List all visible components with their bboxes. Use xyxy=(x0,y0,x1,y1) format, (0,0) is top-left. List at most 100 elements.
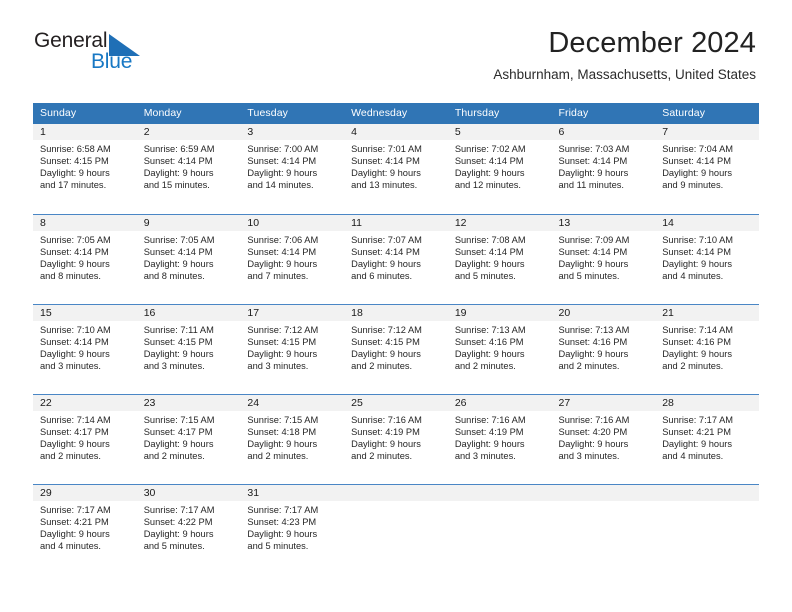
day-number xyxy=(655,484,759,501)
calendar-day-cell[interactable]: 19 Sunrise: 7:13 AM Sunset: 4:16 PM Dayligh… xyxy=(447,303,552,394)
calendar-body: 1 Sunrise: 6:58 AM Sunset: 4:15 PM Daylight… xyxy=(33,124,759,574)
calendar-day-cell[interactable]: 12 Sunrise: 7:08 AM Sunset: 4:14 PM Dayligh… xyxy=(447,213,552,304)
sunset-text: Sunset: 4:17 PM xyxy=(143,426,213,437)
weekday-header-tuesday: Tuesday xyxy=(240,103,345,124)
calendar-day-cell[interactable]: 14 Sunrise: 7:10 AM Sunset: 4:14 PM Dayligh… xyxy=(655,213,759,304)
daylight-text-line1: Daylight: 9 hours xyxy=(247,438,318,449)
calendar-day-cell[interactable]: 20 Sunrise: 7:13 AM Sunset: 4:16 PM Dayligh… xyxy=(551,303,656,394)
daylight-text-line2: and 5 minutes. xyxy=(143,540,205,551)
calendar-day-cell[interactable]: 4 Sunrise: 7:01 AM Sunset: 4:14 PM Daylight… xyxy=(344,124,448,214)
weekday-header-saturday: Saturday xyxy=(655,103,759,124)
calendar-week-row: 8 Sunrise: 7:05 AM Sunset: 4:14 PM Daylight… xyxy=(33,213,759,304)
calendar-day-cell[interactable]: 7 Sunrise: 7:04 AM Sunset: 4:14 PM Daylight… xyxy=(655,124,759,214)
weekday-header-monday: Monday xyxy=(136,103,241,124)
sunset-text: Sunset: 4:19 PM xyxy=(351,426,420,437)
calendar-day-cell[interactable]: 2 Sunrise: 6:59 AM Sunset: 4:14 PM Daylight… xyxy=(136,124,241,214)
sunset-text: Sunset: 4:14 PM xyxy=(143,156,213,167)
calendar-day-cell[interactable]: 10 Sunrise: 7:06 AM Sunset: 4:14 PM Dayligh… xyxy=(240,213,345,304)
daylight-text-line1: Daylight: 9 hours xyxy=(40,348,110,359)
day-details: Sunrise: 7:16 AM Sunset: 4:19 PM Daylight:… xyxy=(344,411,448,462)
calendar-day-cell[interactable]: 17 Sunrise: 7:12 AM Sunset: 4:15 PM Dayligh… xyxy=(240,303,345,394)
calendar-day-cell[interactable]: 28 Sunrise: 7:17 AM Sunset: 4:21 PM Dayligh… xyxy=(655,393,759,484)
sunrise-text: Sunrise: 7:02 AM xyxy=(454,144,526,154)
daylight-text-line2: and 15 minutes. xyxy=(143,180,210,191)
calendar-week-row: 29 Sunrise: 7:17 AM Sunset: 4:21 PM Dayligh… xyxy=(33,483,759,574)
day-details: Sunrise: 7:06 AM Sunset: 4:14 PM Daylight:… xyxy=(240,231,344,282)
calendar-day-cell[interactable]: 18 Sunrise: 7:12 AM Sunset: 4:15 PM Dayligh… xyxy=(344,303,448,394)
location-subtitle: Ashburnham, Massachusetts, United States xyxy=(493,67,756,82)
daylight-text-line1: Daylight: 9 hours xyxy=(143,258,214,269)
day-details: Sunrise: 7:12 AM Sunset: 4:15 PM Daylight:… xyxy=(240,321,344,372)
sunset-text: Sunset: 4:15 PM xyxy=(40,156,109,167)
calendar-day-cell[interactable]: 5 Sunrise: 7:02 AM Sunset: 4:14 PM Daylight… xyxy=(447,124,552,214)
day-number: 7 xyxy=(655,124,759,140)
calendar-day-cell[interactable]: 15 Sunrise: 7:10 AM Sunset: 4:14 PM Dayligh… xyxy=(33,303,137,394)
sunrise-text: Sunrise: 7:11 AM xyxy=(143,324,214,335)
day-details xyxy=(552,501,656,504)
day-number: 14 xyxy=(655,214,759,231)
sunset-text: Sunset: 4:21 PM xyxy=(40,516,109,527)
title-block: December 2024 Ashburnham, Massachusetts,… xyxy=(493,26,756,83)
sunset-text: Sunset: 4:16 PM xyxy=(662,336,731,347)
weekday-header-thursday: Thursday xyxy=(447,103,552,124)
calendar-day-cell[interactable]: 22 Sunrise: 7:14 AM Sunset: 4:17 PM Dayligh… xyxy=(33,393,137,484)
daylight-text-line2: and 5 minutes. xyxy=(558,270,620,281)
calendar-day-cell-empty xyxy=(655,483,759,574)
day-number: 24 xyxy=(240,394,345,411)
day-details: Sunrise: 7:09 AM Sunset: 4:14 PM Daylight:… xyxy=(552,231,656,282)
day-number: 30 xyxy=(136,484,241,501)
daylight-text-line2: and 9 minutes. xyxy=(662,180,724,191)
general-blue-logo[interactable]: General Blue xyxy=(34,29,234,77)
daylight-text-line2: and 4 minutes. xyxy=(662,270,724,281)
calendar-day-cell[interactable]: 24 Sunrise: 7:15 AM Sunset: 4:18 PM Dayligh… xyxy=(240,393,345,484)
calendar-day-cell[interactable]: 9 Sunrise: 7:05 AM Sunset: 4:14 PM Daylight… xyxy=(136,213,241,304)
calendar-day-cell[interactable]: 31 Sunrise: 7:17 AM Sunset: 4:23 PM Dayligh… xyxy=(240,483,345,574)
calendar-day-cell[interactable]: 16 Sunrise: 7:11 AM Sunset: 4:15 PM Dayligh… xyxy=(136,303,241,394)
calendar-day-cell[interactable]: 3 Sunrise: 7:00 AM Sunset: 4:14 PM Daylight… xyxy=(240,124,345,214)
sunrise-text: Sunrise: 7:05 AM xyxy=(40,234,111,245)
day-number xyxy=(447,484,552,501)
calendar-day-cell[interactable]: 21 Sunrise: 7:14 AM Sunset: 4:16 PM Dayligh… xyxy=(655,303,759,394)
daylight-text-line1: Daylight: 9 hours xyxy=(662,168,732,179)
sunset-text: Sunset: 4:22 PM xyxy=(143,516,213,527)
daylight-text-line2: and 2 minutes. xyxy=(662,360,724,371)
daylight-text-line1: Daylight: 9 hours xyxy=(662,348,732,359)
daylight-text-line2: and 2 minutes. xyxy=(143,450,205,461)
sunrise-text: Sunrise: 7:03 AM xyxy=(558,144,630,154)
daylight-text-line1: Daylight: 9 hours xyxy=(143,438,214,449)
calendar-day-cell-empty xyxy=(551,483,656,574)
sunrise-text: Sunrise: 7:04 AM xyxy=(662,144,734,154)
calendar-day-cell[interactable]: 8 Sunrise: 7:05 AM Sunset: 4:14 PM Daylight… xyxy=(33,213,137,304)
day-number: 10 xyxy=(240,214,345,231)
calendar-day-cell[interactable]: 29 Sunrise: 7:17 AM Sunset: 4:21 PM Dayligh… xyxy=(33,483,137,574)
daylight-text-line2: and 3 minutes. xyxy=(454,450,516,461)
sunrise-text: Sunrise: 7:06 AM xyxy=(247,234,319,245)
calendar-day-cell[interactable]: 30 Sunrise: 7:17 AM Sunset: 4:22 PM Dayligh… xyxy=(136,483,241,574)
calendar-day-cell[interactable]: 11 Sunrise: 7:07 AM Sunset: 4:14 PM Dayligh… xyxy=(344,213,448,304)
day-number: 15 xyxy=(33,304,137,321)
daylight-text-line2: and 3 minutes. xyxy=(558,450,620,461)
calendar-day-cell[interactable]: 1 Sunrise: 6:58 AM Sunset: 4:15 PM Daylight… xyxy=(33,124,137,214)
weekday-header-friday: Friday xyxy=(551,103,656,124)
day-details: Sunrise: 7:08 AM Sunset: 4:14 PM Daylight:… xyxy=(448,231,552,282)
day-details: Sunrise: 7:00 AM Sunset: 4:14 PM Daylight:… xyxy=(240,140,344,191)
sunset-text: Sunset: 4:14 PM xyxy=(40,336,109,347)
calendar-day-cell[interactable]: 23 Sunrise: 7:15 AM Sunset: 4:17 PM Dayligh… xyxy=(136,393,241,484)
sunrise-text: Sunrise: 7:12 AM xyxy=(247,324,319,335)
daylight-text-line1: Daylight: 9 hours xyxy=(558,348,629,359)
calendar-day-cell[interactable]: 26 Sunrise: 7:16 AM Sunset: 4:19 PM Dayligh… xyxy=(447,393,552,484)
sunrise-text: Sunrise: 7:05 AM xyxy=(143,234,215,245)
day-number: 31 xyxy=(240,484,345,501)
calendar-day-cell[interactable]: 25 Sunrise: 7:16 AM Sunset: 4:19 PM Dayligh… xyxy=(344,393,448,484)
day-number: 1 xyxy=(33,124,137,140)
day-details: Sunrise: 7:14 AM Sunset: 4:17 PM Daylight:… xyxy=(33,411,137,462)
daylight-text-line1: Daylight: 9 hours xyxy=(247,528,318,539)
daylight-text-line1: Daylight: 9 hours xyxy=(454,168,525,179)
calendar-day-cell[interactable]: 13 Sunrise: 7:09 AM Sunset: 4:14 PM Dayligh… xyxy=(551,213,656,304)
calendar-day-cell[interactable]: 6 Sunrise: 7:03 AM Sunset: 4:14 PM Daylight… xyxy=(551,124,656,214)
day-details: Sunrise: 7:12 AM Sunset: 4:15 PM Daylight:… xyxy=(344,321,448,372)
calendar-day-cell[interactable]: 27 Sunrise: 7:16 AM Sunset: 4:20 PM Dayligh… xyxy=(551,393,656,484)
sunrise-text: Sunrise: 7:10 AM xyxy=(662,234,734,245)
sunrise-text: Sunrise: 7:16 AM xyxy=(454,414,526,425)
daylight-text-line1: Daylight: 9 hours xyxy=(247,168,318,179)
